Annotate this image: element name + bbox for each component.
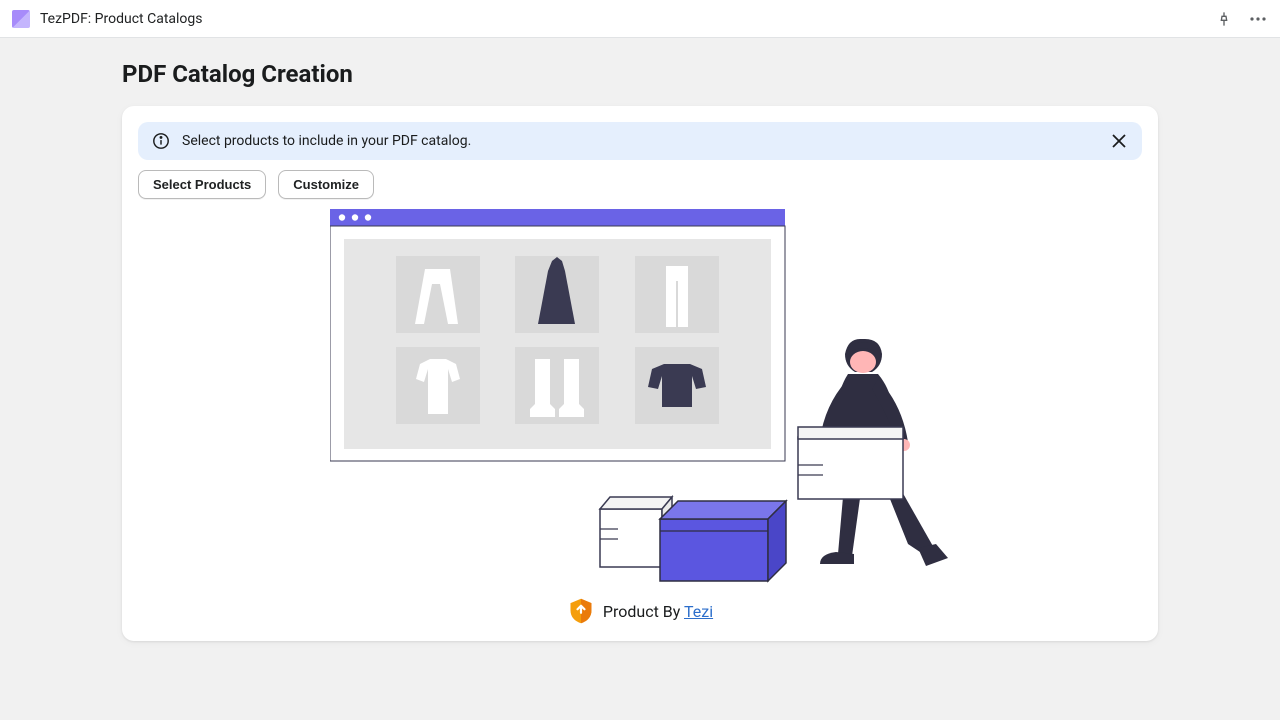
app-title: TezPDF: Product Catalogs xyxy=(40,11,202,27)
info-icon xyxy=(152,132,170,150)
page-title: PDF Catalog Creation xyxy=(122,60,1158,88)
shield-icon xyxy=(567,597,595,625)
main-card: Select products to include in your PDF c… xyxy=(122,106,1158,641)
hero-illustration xyxy=(138,205,1142,589)
more-icon[interactable] xyxy=(1248,9,1268,29)
top-bar-right xyxy=(1214,9,1268,29)
credit-link[interactable]: Tezi xyxy=(684,602,713,621)
product-credit: Product By Tezi xyxy=(138,597,1142,625)
top-bar: TezPDF: Product Catalogs xyxy=(0,0,1280,38)
select-products-button[interactable]: Select Products xyxy=(138,170,266,199)
close-icon[interactable] xyxy=(1110,132,1128,150)
pin-icon[interactable] xyxy=(1214,9,1234,29)
action-row: Select Products Customize xyxy=(138,170,1142,199)
credit-prefix: Product By xyxy=(603,602,684,621)
credit-text: Product By Tezi xyxy=(603,602,713,621)
app-icon xyxy=(12,10,30,28)
info-banner: Select products to include in your PDF c… xyxy=(138,122,1142,160)
illustration-svg xyxy=(330,209,950,589)
banner-message: Select products to include in your PDF c… xyxy=(182,133,1098,149)
customize-button[interactable]: Customize xyxy=(278,170,374,199)
top-bar-left: TezPDF: Product Catalogs xyxy=(12,10,202,28)
page-body: PDF Catalog Creation Select products to … xyxy=(0,38,1280,663)
